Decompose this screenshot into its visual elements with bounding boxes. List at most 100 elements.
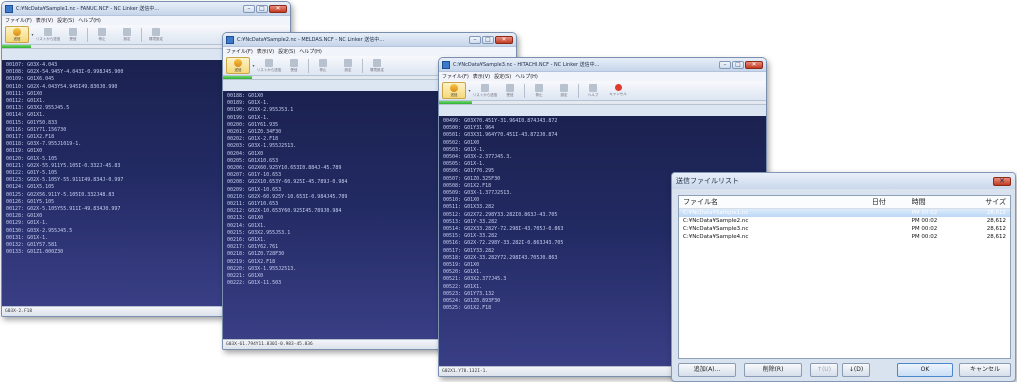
toolbar-button[interactable]: 送信 [442, 82, 466, 99]
toolbar-button[interactable]: 受信 [282, 57, 306, 74]
dialog-titlebar[interactable]: 送信ファイルリスト ✕ [672, 173, 1015, 189]
toolbar-separator [524, 83, 525, 98]
file-list-row[interactable]: C:¥NcData¥Sample4.nc PM 00:02 28,612 [679, 233, 1010, 241]
toolbar-button-label: 停止 [535, 92, 543, 97]
toolbar-button[interactable]: 環境設定 [365, 57, 389, 74]
window-controls: – □ ✕ [719, 60, 763, 69]
progress-fill [223, 76, 253, 79]
cancel-icon [614, 84, 622, 91]
add-button[interactable]: 追加(A)... [678, 363, 736, 377]
toolbar-button-label: 停止 [319, 67, 327, 72]
close-button[interactable]: ✕ [269, 4, 287, 13]
close-button[interactable]: ✕ [495, 35, 513, 44]
toolbar-button-label: 受信 [290, 67, 298, 72]
stop-icon [535, 83, 543, 92]
window-titlebar[interactable]: C:¥NcData¥Sample2.nc - MELDAS.NCF - NC L… [223, 33, 516, 47]
dialog-title: 送信ファイルリスト [676, 177, 739, 185]
menu-item[interactable]: ファイル(F) [442, 73, 469, 80]
column-header-size[interactable]: サイズ [957, 197, 1010, 207]
toolbar-button-label: 送信 [450, 92, 458, 97]
send-file-list-dialog: 送信ファイルリスト ✕ ファイル名 日付 時間 サイズ C:¥NcData¥Sample1.… [671, 172, 1016, 382]
toolbar-button[interactable]: リストから送信 [257, 57, 281, 74]
maximize-button[interactable]: □ [482, 35, 494, 44]
move-down-button[interactable]: ↓(D) [842, 363, 870, 377]
menu-item[interactable]: 設定(S) [57, 17, 74, 24]
dropdown-arrow-icon[interactable]: ▾ [30, 32, 35, 37]
toolbar-button[interactable]: ヘルプ [581, 82, 605, 99]
window-titlebar[interactable]: C:¥NcData¥Sample3.nc - HITACHI.NCF - NC … [439, 58, 766, 72]
stop-icon [319, 58, 327, 67]
row-size: 28,612 [986, 226, 1006, 232]
toolbar-button[interactable]: 停止 [311, 57, 335, 74]
minimize-button[interactable]: – [469, 35, 481, 44]
maximize-button[interactable]: □ [732, 60, 744, 69]
minimize-button[interactable]: – [243, 4, 255, 13]
toolbar-button[interactable]: 停止 [90, 26, 114, 43]
column-header-time[interactable]: 時間 [908, 197, 958, 207]
menu-item[interactable]: 設定(S) [278, 48, 295, 55]
ok-button[interactable]: OK [897, 363, 953, 377]
minimize-button[interactable]: – [719, 60, 731, 69]
code-line: 00505: G01X-1. [443, 161, 486, 168]
menu-bar: ファイル(F) 表示(V) 設定(S) ヘルプ(H) [439, 72, 766, 81]
toolbar-separator [362, 58, 363, 73]
file-list[interactable]: ファイル名 日付 時間 サイズ C:¥NcData¥Sample1.nc PM 00:02… [678, 195, 1011, 359]
list-send-icon [265, 58, 273, 67]
toolbar-button-label: リストから送信 [35, 36, 61, 41]
dialog-close-button[interactable]: ✕ [993, 176, 1011, 186]
menu-item[interactable]: ヘルプ(H) [78, 17, 101, 24]
toolbar-button[interactable]: 受信 [61, 26, 85, 43]
window-titlebar[interactable]: C:¥NcData¥Sample1.nc - FANUC.NCF - NC Li… [2, 2, 290, 16]
menu-item[interactable]: ファイル(F) [5, 17, 32, 24]
window-controls: – □ ✕ [469, 35, 513, 44]
toolbar-button-label: キャンセル [609, 92, 627, 96]
toolbar-button[interactable]: 設定 [336, 57, 360, 74]
preferences-icon [373, 58, 381, 67]
menu-item[interactable]: 表示(V) [473, 73, 490, 80]
progress-fill [439, 101, 472, 104]
file-list-row[interactable]: C:¥NcData¥Sample3.nc PM 00:02 28,612 [679, 225, 1010, 233]
toolbar-button-label: 環境設定 [149, 36, 163, 41]
column-header-filename[interactable]: ファイル名 [679, 197, 868, 207]
code-line: 00502: G01X0 [443, 139, 480, 146]
toolbar-button[interactable]: 受信 [498, 82, 522, 99]
toolbar-button[interactable]: 停止 [527, 82, 551, 99]
code-line: 00501: G03X31.964Y70.451I-43.872J0.874 [443, 132, 558, 139]
menu-item[interactable]: 設定(S) [494, 73, 511, 80]
dropdown-arrow-icon[interactable]: ▾ [467, 88, 472, 93]
menu-item[interactable]: ヘルプ(H) [299, 48, 322, 55]
progress-fill [2, 45, 31, 48]
toolbar-button[interactable]: 送信 [5, 26, 29, 43]
close-button[interactable]: ✕ [745, 60, 763, 69]
delete-button[interactable]: 削除(R) [744, 363, 802, 377]
menu-item[interactable]: 表示(V) [36, 17, 53, 24]
row-size: 28,612 [986, 218, 1006, 224]
toolbar-button[interactable]: リストから送信 [473, 82, 497, 99]
maximize-button[interactable]: □ [256, 4, 268, 13]
dropdown-arrow-icon[interactable]: ▾ [251, 63, 256, 68]
row-time: PM 00:02 [911, 218, 938, 224]
toolbar: 送信 ▾ リストから送信 受信 停止 設定 ヘルプ キャンセル [439, 81, 766, 101]
toolbar-button[interactable]: 設定 [552, 82, 576, 99]
menu-item[interactable]: ヘルプ(H) [515, 73, 538, 80]
toolbar-button[interactable]: キャンセル [606, 82, 630, 99]
app-icon [5, 4, 13, 13]
menu-item[interactable]: 表示(V) [257, 48, 274, 55]
file-list-row[interactable]: C:¥NcData¥Sample2.nc PM 00:02 28,612 [679, 217, 1010, 225]
toolbar-button[interactable]: リストから送信 [36, 26, 60, 43]
cancel-button[interactable]: キャンセル [959, 363, 1011, 377]
code-line: 00500: G01Y31.964 [443, 125, 495, 132]
progress-bar [439, 101, 766, 105]
move-up-button[interactable]: ↑(U) [810, 363, 838, 377]
toolbar-button[interactable]: 環境設定 [144, 26, 168, 43]
send-icon [234, 58, 242, 67]
settings-icon [344, 58, 352, 67]
file-list-row[interactable]: C:¥NcData¥Sample1.nc PM 00:02 28,612 [679, 209, 1010, 217]
toolbar-button[interactable]: 設定 [115, 26, 139, 43]
column-header-date[interactable]: 日付 [868, 197, 908, 207]
window-title: C:¥NcData¥Sample3.nc - HITACHI.NCF - NC … [453, 62, 600, 68]
menu-item[interactable]: ファイル(F) [226, 48, 253, 55]
toolbar-button[interactable]: 送信 [226, 57, 250, 74]
menu-bar: ファイル(F) 表示(V) 設定(S) ヘルプ(H) [223, 47, 516, 56]
code-line: 00499: G03X70.451Y-31.964I0.874J43.872 [443, 118, 558, 124]
